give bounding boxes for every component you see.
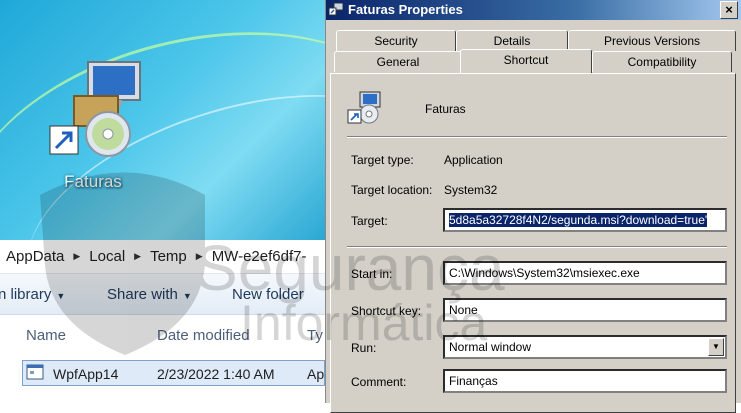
shortcut-key-field[interactable]: None <box>443 298 727 322</box>
target-type-label: Target type: <box>351 153 414 167</box>
target-field[interactable]: 5d8a5a32728f4N2/segunda.msi?download=tru… <box>443 208 727 232</box>
divider <box>347 246 727 248</box>
target-location-value: System32 <box>444 183 498 197</box>
breadcrumb-appdata[interactable]: AppData <box>6 248 64 265</box>
breadcrumb-temp[interactable]: Temp <box>150 248 187 265</box>
tab-shortcut[interactable]: Shortcut <box>460 49 592 73</box>
desktop-shortcut-faturas[interactable]: Faturas <box>38 56 148 196</box>
breadcrumb-folder[interactable]: MW-e2ef6df7- <box>212 248 307 265</box>
run-selected-value: Normal window <box>449 340 532 354</box>
run-label: Run: <box>351 341 377 355</box>
breadcrumb-local[interactable]: Local <box>89 248 125 265</box>
column-header-type[interactable]: Ty <box>307 327 323 344</box>
share-with-button[interactable]: Share with ▼ <box>107 286 192 303</box>
file-explorer-window: AppData ▶ Local ▶ Temp ▶ MW-e2ef6df7- n … <box>0 240 325 403</box>
comment-field[interactable]: Finanças <box>443 369 727 393</box>
application-file-icon <box>26 364 44 380</box>
tab-compatibility[interactable]: Compatibility <box>592 51 732 72</box>
tab-previous-versions[interactable]: Previous Versions <box>568 30 736 51</box>
new-folder-button[interactable]: New folder <box>232 286 304 303</box>
shortcut-tab-panel: Faturas Target type: Application Target … <box>330 73 736 413</box>
comment-label: Comment: <box>351 375 407 389</box>
tab-details[interactable]: Details <box>456 30 568 51</box>
chevron-down-icon[interactable]: ▼ <box>708 338 724 356</box>
explorer-toolbar: n library ▼ Share with ▼ New folder <box>0 274 325 315</box>
target-location-label: Target location: <box>351 183 433 197</box>
breadcrumb-arrow-icon[interactable]: ▶ <box>73 251 80 262</box>
file-date-modified: 2/23/2022 1:40 AM <box>157 366 275 382</box>
installer-shortcut-icon <box>49 61 141 157</box>
start-in-field[interactable]: C:\Windows\System32\msiexec.exe <box>443 261 727 285</box>
chevron-down-icon: ▼ <box>182 291 192 301</box>
target-type-value: Application <box>444 153 503 167</box>
shortcut-icon <box>347 91 381 124</box>
column-header-date-modified[interactable]: Date modified <box>157 327 250 344</box>
address-breadcrumb[interactable]: AppData ▶ Local ▶ Temp ▶ MW-e2ef6df7- <box>0 240 325 274</box>
include-in-library-label: n library <box>0 286 52 303</box>
dialog-titlebar[interactable]: Faturas Properties × <box>326 0 741 20</box>
dialog-title: Faturas Properties <box>348 2 463 17</box>
desktop-shortcut-label: Faturas <box>64 172 122 191</box>
shortcut-name: Faturas <box>425 102 466 116</box>
breadcrumb-arrow-icon[interactable]: ▶ <box>196 251 203 262</box>
properties-dialog: Faturas Properties × Security Details Pr… <box>325 0 741 413</box>
include-in-library-button[interactable]: n library ▼ <box>0 286 65 303</box>
column-header-name[interactable]: Name <box>26 327 66 344</box>
column-headers: Name Date modified Ty <box>0 314 325 352</box>
shortcut-small-icon <box>329 3 343 16</box>
share-with-label: Share with <box>107 286 178 303</box>
breadcrumb-arrow-icon[interactable]: ▶ <box>134 251 141 262</box>
target-label: Target: <box>351 214 388 228</box>
file-type: Ap <box>307 366 325 382</box>
target-value: 5d8a5a32728f4N2/segunda.msi?download=tru… <box>449 213 708 227</box>
start-in-label: Start in: <box>351 267 393 281</box>
tab-security[interactable]: Security <box>336 30 456 51</box>
tab-general[interactable]: General <box>334 51 462 72</box>
chevron-down-icon: ▼ <box>56 291 66 301</box>
close-icon[interactable]: × <box>720 1 738 19</box>
shortcut-key-label: Shortcut key: <box>351 304 422 318</box>
divider <box>347 136 727 138</box>
run-dropdown[interactable]: Normal window ▼ <box>443 335 727 359</box>
file-row[interactable]: WpfApp14 2/23/2022 1:40 AM Ap <box>22 360 325 386</box>
file-name: WpfApp14 <box>53 366 119 382</box>
desktop-background: Faturas <box>0 0 325 240</box>
